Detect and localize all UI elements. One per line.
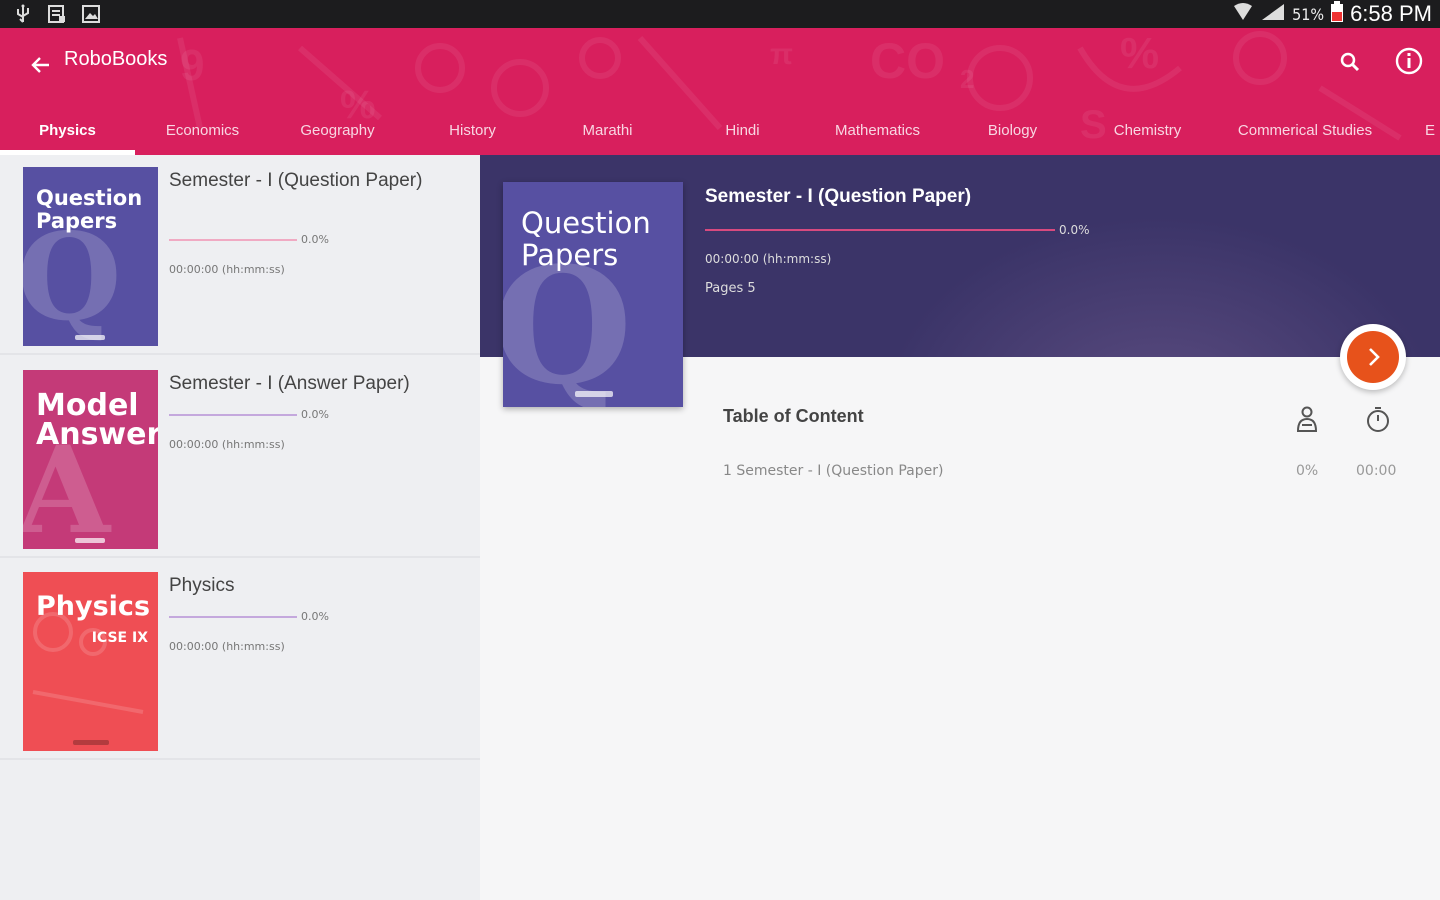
progress-bar bbox=[169, 414, 297, 416]
svg-text:π: π bbox=[770, 38, 793, 71]
cover-title: Question Papers bbox=[521, 206, 651, 272]
tab-biology[interactable]: Biology bbox=[945, 105, 1080, 155]
progress-bar bbox=[169, 616, 297, 618]
time-spent: 00:00:00 (hh:mm:ss) bbox=[169, 438, 285, 451]
publisher-logo bbox=[75, 538, 105, 543]
detail-progress-percent: 0.0% bbox=[1059, 223, 1090, 237]
chevron-right-icon bbox=[1369, 348, 1380, 366]
svg-text:%: % bbox=[1120, 29, 1159, 78]
open-book-button[interactable] bbox=[1340, 324, 1406, 390]
wifi-icon bbox=[1232, 2, 1254, 26]
tab-hindi[interactable]: Hindi bbox=[675, 105, 810, 155]
tab-marathi[interactable]: Marathi bbox=[540, 105, 675, 155]
progress-percent: 0.0% bbox=[301, 233, 329, 246]
arrow-left-icon bbox=[31, 57, 49, 73]
detail-page-count: Pages 5 bbox=[705, 281, 756, 296]
cover-subtitle: ICSE IX bbox=[91, 630, 148, 646]
book-title: Physics bbox=[169, 575, 235, 596]
detail-book-cover: Q Question Papers bbox=[503, 182, 683, 407]
status-bar: 51% 6:58 PM bbox=[0, 0, 1440, 28]
tab-overflow[interactable]: E bbox=[1425, 105, 1440, 155]
document-icon bbox=[46, 3, 68, 25]
tab-geography[interactable]: Geography bbox=[270, 105, 405, 155]
search-icon bbox=[1340, 52, 1360, 72]
toc-row-time: 00:00 bbox=[1356, 463, 1397, 479]
cover-title: Model Answers bbox=[36, 388, 158, 452]
back-button[interactable] bbox=[26, 50, 56, 80]
image-icon bbox=[80, 3, 102, 25]
svg-text:CO: CO bbox=[870, 33, 945, 89]
tab-history[interactable]: History bbox=[405, 105, 540, 155]
svg-text:2: 2 bbox=[960, 64, 974, 94]
book-card-question-paper[interactable]: Q Question Papers Semester - I (Question… bbox=[0, 155, 480, 355]
time-spent: 00:00:00 (hh:mm:ss) bbox=[169, 263, 285, 276]
cover-title: Question Papers bbox=[36, 186, 143, 234]
book-card-physics[interactable]: Physics ICSE IX Physics 0.0% 00:00:00 (h… bbox=[0, 560, 480, 760]
book-cover: Q Question Papers bbox=[23, 167, 158, 346]
book-card-answer-paper[interactable]: A Model Answers Semester - I (Answer Pap… bbox=[0, 358, 480, 558]
tab-chemistry[interactable]: Chemistry bbox=[1080, 105, 1215, 155]
cover-title: Physics bbox=[36, 591, 151, 622]
tab-economics[interactable]: Economics bbox=[135, 105, 270, 155]
tab-mathematics[interactable]: Mathematics bbox=[810, 105, 945, 155]
svg-text:9: 9 bbox=[180, 41, 204, 90]
signal-icon bbox=[1260, 2, 1286, 26]
publisher-logo bbox=[73, 740, 109, 745]
detail-time-spent: 00:00:00 (hh:mm:ss) bbox=[705, 252, 832, 266]
toc-heading: Table of Content bbox=[723, 406, 864, 426]
info-icon bbox=[1395, 47, 1423, 75]
book-cover: Physics ICSE IX bbox=[23, 572, 158, 751]
book-title: Semester - I (Answer Paper) bbox=[169, 373, 410, 394]
book-cover: A Model Answers bbox=[23, 370, 158, 549]
app-title: RoboBooks bbox=[64, 48, 168, 70]
progress-percent: 0.0% bbox=[301, 610, 329, 623]
toc-row-percent: 0% bbox=[1296, 463, 1319, 479]
tab-physics[interactable]: Physics bbox=[0, 105, 135, 155]
progress-bar bbox=[169, 239, 297, 241]
time-spent: 00:00:00 (hh:mm:ss) bbox=[169, 640, 285, 653]
clock: 6:58 PM bbox=[1350, 1, 1432, 26]
publisher-logo bbox=[575, 391, 613, 397]
book-list: Q Question Papers Semester - I (Question… bbox=[0, 155, 480, 900]
reader-icon bbox=[1293, 404, 1321, 434]
book-title: Semester - I (Question Paper) bbox=[169, 170, 423, 191]
search-button[interactable] bbox=[1334, 46, 1366, 78]
timer-icon bbox=[1364, 404, 1392, 434]
publisher-logo bbox=[75, 335, 105, 340]
detail-title: Semester - I (Question Paper) bbox=[705, 186, 972, 207]
app-bar: 9 % CO 2 % π S RoboBooks Physics Economi… bbox=[0, 28, 1440, 155]
battery-icon bbox=[1330, 1, 1344, 27]
usb-icon bbox=[12, 3, 34, 25]
subject-tabs: Physics Economics Geography History Mara… bbox=[0, 105, 1440, 155]
fab-circle bbox=[1347, 331, 1399, 383]
detail-progress-bar bbox=[705, 229, 1055, 231]
tab-commerical-studies[interactable]: Commerical Studies bbox=[1215, 105, 1395, 155]
progress-percent: 0.0% bbox=[301, 408, 329, 421]
battery-level: 51% bbox=[1292, 4, 1325, 24]
info-button[interactable] bbox=[1392, 44, 1426, 78]
toc-row-label[interactable]: 1 Semester - I (Question Paper) bbox=[723, 463, 943, 479]
